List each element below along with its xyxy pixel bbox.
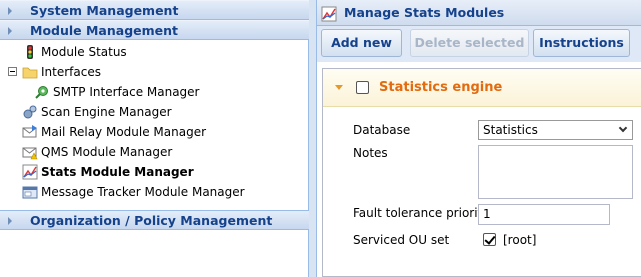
tree-item-label: SMTP Interface Manager	[53, 85, 200, 99]
navigation-panel: System Management Module Management Modu…	[0, 0, 309, 277]
fieldset-title: Statistics engine	[379, 80, 503, 95]
tree-item-label: Interfaces	[41, 65, 101, 79]
scan-gear-icon	[23, 105, 37, 119]
toolbar: Add new Delete selected Instructions	[317, 26, 641, 62]
notes-textarea[interactable]	[478, 145, 633, 199]
accordion-system-management[interactable]: System Management	[0, 0, 309, 20]
accordion-organization-policy-management[interactable]: Organization / Policy Management	[0, 210, 309, 230]
add-new-button[interactable]: Add new	[321, 29, 402, 57]
fault-tolerance-input[interactable]: 1	[478, 204, 610, 225]
expand-arrow-icon	[8, 217, 12, 225]
collapse-arrow-icon[interactable]	[335, 85, 343, 90]
serviced-ou-checkbox[interactable]	[483, 233, 496, 246]
accordion-label: Organization / Policy Management	[30, 213, 273, 228]
fault-tolerance-label: Fault tolerance priority	[353, 206, 490, 220]
database-label: Database	[353, 123, 411, 137]
select-checkbox[interactable]	[356, 81, 369, 94]
notes-label: Notes	[353, 146, 388, 160]
tree-item-label: Message Tracker Module Manager	[41, 185, 245, 199]
qms-mail-icon	[22, 147, 38, 160]
serviced-ou-value: [root]	[503, 233, 537, 247]
traffic-light-icon	[27, 45, 33, 59]
tree-item-label: Module Status	[41, 45, 127, 59]
accordion-label: Module Management	[30, 23, 178, 38]
panel-splitter[interactable]	[309, 0, 316, 277]
serviced-ou-label: Serviced OU set	[353, 233, 450, 247]
mail-relay-icon	[22, 125, 37, 138]
chevron-down-icon	[618, 123, 628, 133]
tracker-window-icon	[22, 186, 38, 199]
delete-selected-button[interactable]: Delete selected	[410, 29, 529, 57]
expand-arrow-icon	[8, 7, 12, 15]
tree-item-label: QMS Module Manager	[41, 145, 173, 159]
expand-arrow-icon	[8, 27, 12, 35]
stats-chart-icon	[22, 164, 38, 180]
database-select[interactable]: Statistics	[478, 120, 633, 140]
panel-title: Manage Stats Modules	[344, 5, 505, 20]
tree-item-label: Stats Module Manager	[41, 165, 194, 179]
panel-header: Manage Stats Modules	[317, 0, 641, 26]
folder-icon	[22, 67, 38, 79]
instructions-button[interactable]: Instructions	[533, 29, 630, 57]
tree-item-label: Mail Relay Module Manager	[41, 125, 207, 139]
collapse-toggle-icon[interactable]	[8, 67, 17, 76]
database-selected-value: Statistics	[483, 123, 538, 137]
tree-item-label: Scan Engine Manager	[41, 105, 172, 119]
smtp-gear-icon	[35, 86, 48, 99]
fieldset-header[interactable]: Statistics engine	[323, 69, 641, 107]
accordion-label: System Management	[30, 3, 179, 18]
stats-chart-icon	[321, 6, 337, 22]
accordion-module-management[interactable]: Module Management	[0, 20, 309, 40]
